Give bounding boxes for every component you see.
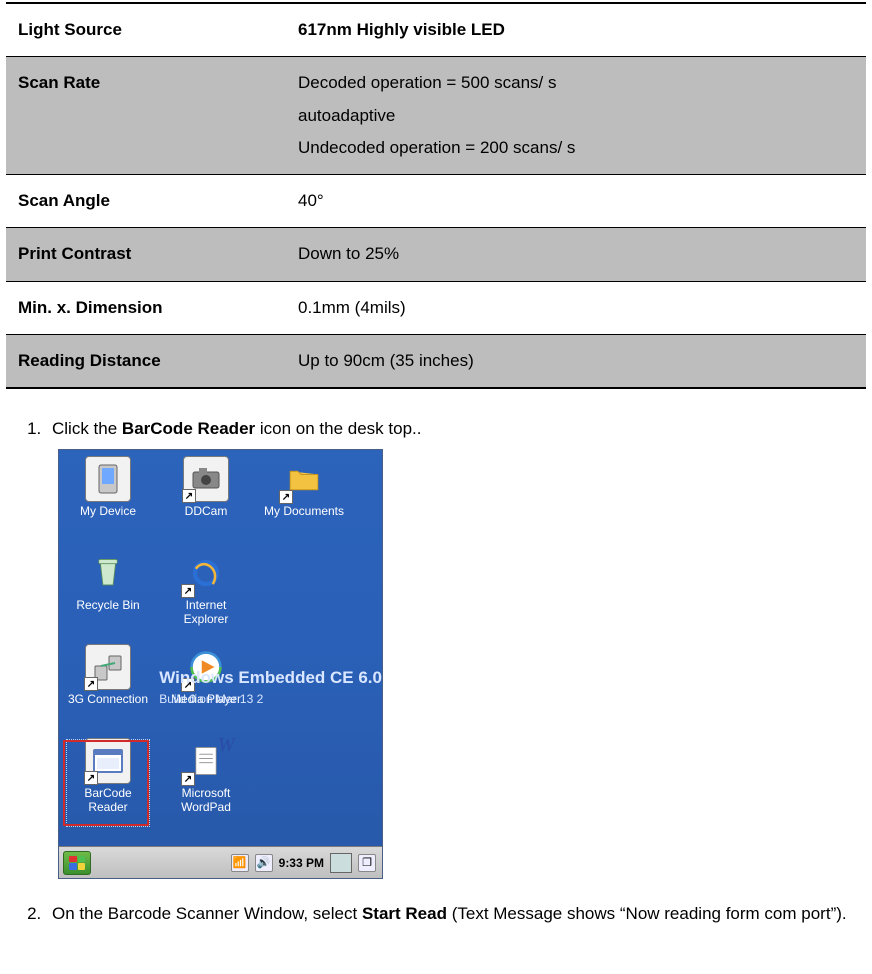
shortcut-arrow-icon: ↗ [182,489,196,503]
shortcut-arrow-icon: ↗ [84,771,98,785]
speaker-icon[interactable]: 🔊 [255,854,273,872]
spec-value: 0.1mm (4mils) [286,281,866,334]
desktop-icon-3g-connection[interactable]: ↗ 3G Connection [65,644,151,734]
spec-value: Down to 25% [286,228,866,281]
icon-label: My Device [80,505,136,519]
desktop-icon-wordpad[interactable]: W ↗ Microsoft WordPad [163,738,249,828]
windows-logo-icon [69,856,85,870]
list-item: On the Barcode Scanner Window, select St… [46,897,866,931]
step1-text: Click the BarCode Reader icon on the des… [52,419,421,438]
spec-label: Scan Angle [6,175,286,228]
table-row: Print Contrast Down to 25% [6,228,866,281]
start-button[interactable] [63,851,91,875]
spec-value: Decoded operation = 500 scans/ s autoada… [286,57,866,175]
icon-label: Media Player [171,693,241,707]
spec-value: Up to 90cm (35 inches) [286,335,866,389]
camera-icon: ↗ [183,456,229,502]
system-tray: 📶 🔊 9:33 PM ❐ [231,853,378,873]
table-row: Min. x. Dimension 0.1mm (4mils) [6,281,866,334]
table-row: Reading Distance Up to 90cm (35 inches) [6,335,866,389]
desktop-icons-grid: My Device ↗ DDCam ↗ My Documen [65,456,376,828]
empty-slot [261,550,347,640]
list-item: Click the BarCode Reader icon on the des… [46,419,866,879]
recycle-bin-icon [85,550,131,596]
network-icon: ↗ [85,644,131,690]
spec-table: Light Source 617nm Highly visible LED Sc… [6,2,866,389]
desktop-icon-recycle-bin[interactable]: Recycle Bin [65,550,151,640]
taskbar-clock[interactable]: 9:33 PM [279,856,324,870]
spec-label: Reading Distance [6,335,286,389]
desktop-icon-my-device[interactable]: My Device [65,456,151,546]
shortcut-arrow-icon: ↗ [279,490,293,504]
desktop-screenshot: My Device ↗ DDCam ↗ My Documen [58,449,383,879]
ie-icon: ↗ [183,550,229,596]
desktop-icon-internet-explorer[interactable]: ↗ Internet Explorer [163,550,249,640]
instruction-list: Click the BarCode Reader icon on the des… [6,419,866,931]
folder-icon: ↗ [281,456,327,502]
show-desktop-button[interactable] [330,853,352,873]
icon-label: DDCam [185,505,228,519]
spec-label: Print Contrast [6,228,286,281]
pda-icon [85,456,131,502]
table-row: Scan Angle 40° [6,175,866,228]
step2-text: On the Barcode Scanner Window, select St… [52,904,847,923]
barcode-app-icon: ↗ [85,738,131,784]
signal-icon[interactable]: 📶 [231,854,249,872]
wordpad-w-icon: W [217,734,235,757]
taskbar: 📶 🔊 9:33 PM ❐ [59,846,382,878]
media-player-icon: ↗ [183,644,229,690]
icon-label: 3G Connection [68,693,148,707]
spec-value: 40° [286,175,866,228]
desktop-icon-ddcam[interactable]: ↗ DDCam [163,456,249,546]
shortcut-arrow-icon: ↗ [181,584,195,598]
desktop-icon-barcode-reader[interactable]: ↗ BarCode Reader [65,738,151,828]
shortcut-arrow-icon: ↗ [181,678,195,692]
spec-label: Light Source [6,3,286,57]
spec-value: 617nm Highly visible LED [286,3,866,57]
empty-slot [261,644,347,734]
desktop-icon-my-documents[interactable]: ↗ My Documents [261,456,347,546]
shortcut-arrow-icon: ↗ [181,772,195,786]
spec-label: Scan Rate [6,57,286,175]
icon-label: Internet Explorer [163,599,249,627]
task-switch-icon[interactable]: ❐ [358,854,376,872]
wordpad-icon: W ↗ [183,738,229,784]
icon-label: Microsoft WordPad [163,787,249,815]
icon-label: My Documents [264,505,344,519]
desktop-icon-media-player[interactable]: ↗ Media Player [163,644,249,734]
table-row: Scan Rate Decoded operation = 500 scans/… [6,57,866,175]
table-row: Light Source 617nm Highly visible LED [6,3,866,57]
icon-label: Recycle Bin [76,599,139,613]
shortcut-arrow-icon: ↗ [84,677,98,691]
spec-label: Min. x. Dimension [6,281,286,334]
icon-label: BarCode Reader [65,787,151,815]
